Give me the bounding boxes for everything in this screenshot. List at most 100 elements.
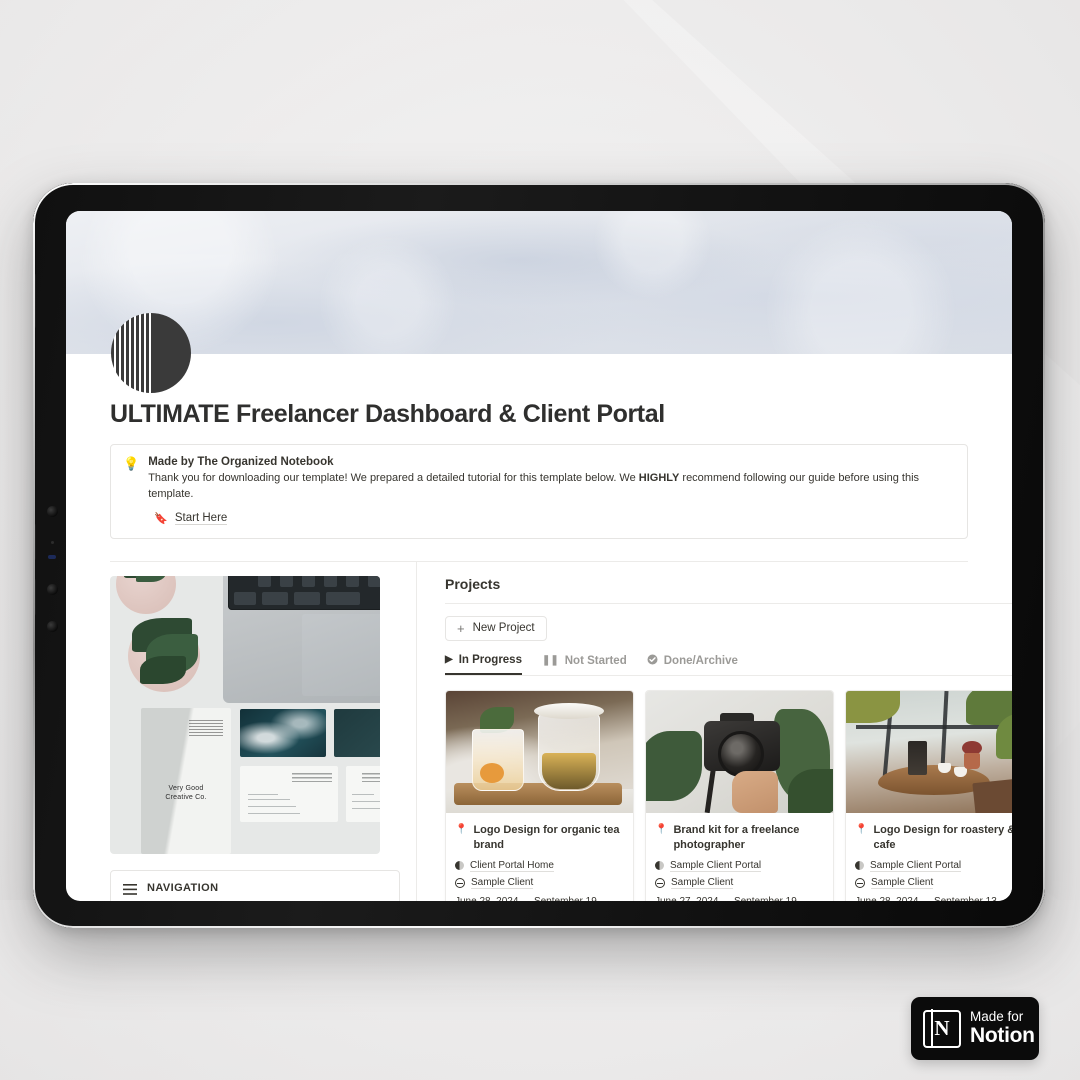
project-card-client: Sample Client [671,876,734,889]
projects-divider [445,602,1012,604]
pin-icon: 📍 [855,823,868,835]
laptop-keyboard [228,575,380,610]
project-card-client: Sample Client [871,876,934,889]
callout-title: Made by The Organized Notebook [148,456,334,468]
project-card-portal: Sample Client Portal [670,859,762,872]
laptop-trackpad [302,613,380,696]
notion-badge-text: Made for Notion [970,1010,1035,1046]
navigation-title: NAVIGATION [147,881,219,894]
page-title: ULTIMATE Freelancer Dashboard & Client P… [110,400,665,428]
info-callout: 💡 Made by The Organized Notebook Thank y… [110,444,968,539]
pin-icon: 📍 [655,823,668,835]
callout-body: Made by The Organized Notebook Thank you… [148,456,955,525]
project-card-dates: June 28, 2024 → September 19, 2024 [455,896,624,901]
project-card-body: 📍 Logo Design for roastery & cafe Sample… [846,813,1012,901]
project-card-body: 📍 Logo Design for organic tea brand Clie… [446,813,633,901]
volume-up-button[interactable] [33,523,36,561]
volume-down-button[interactable] [33,578,36,616]
striped-circle-right-half [151,313,191,393]
bookmark-icon: 🔖 [154,512,168,525]
plant-leaf [140,655,186,684]
project-card-portal-row[interactable]: Sample Client Portal [855,860,1012,872]
dark-card-photo [334,708,380,757]
camera-dot-icon [47,506,58,517]
business-card-1 [240,765,338,822]
project-card[interactable]: 📍 Logo Design for roastery & cafe Sample… [845,689,1012,901]
lightbulb-icon: 💡 [123,456,140,471]
notion-label: Notion [970,1023,1035,1047]
left-column: Very Good Creative Co. NAVIGATION [110,561,417,901]
portal-icon [655,861,664,871]
person-icon [455,877,465,888]
new-project-button[interactable]: + New Project [445,615,547,641]
speaker-dot-2-icon [47,621,58,632]
tab-label: Done/Archive [663,654,738,667]
project-card-title-row: 📍 Brand kit for a freelance photographer [655,823,824,853]
poster-brand-name: Very Good Creative Co. [165,784,207,802]
project-card-dates: June 27, 2024 → September 19, 2024 [655,896,824,901]
project-card-client-row[interactable]: Sample Client [855,877,1012,889]
notion-logo-icon: N [923,1009,961,1048]
projects-heading: Projects [445,575,501,592]
power-button[interactable] [33,273,36,329]
business-card-2 [346,765,380,822]
made-for-label: Made for [970,1009,1024,1025]
navigation-block: NAVIGATION 🏠 Return Home 👥 Clients & Con… [110,869,400,901]
project-card[interactable]: 📍 Brand kit for a freelance photographer… [645,689,834,901]
tablet-device: ULTIMATE Freelancer Dashboard & Client P… [33,183,1045,928]
portal-icon [455,861,464,871]
callout-text-before: Thank you for downloading our template! … [148,472,639,484]
project-cards: 📍 Logo Design for organic tea brand Clie… [445,689,1012,901]
project-card-body: 📍 Brand kit for a freelance photographer… [646,813,833,901]
hamburger-icon [123,882,137,901]
tab-done-archive[interactable]: Done/Archive [647,654,738,675]
callout-text: Thank you for downloading our template! … [148,471,955,503]
page-cover-banner [66,211,1012,354]
sensor-indicator-icon [48,555,56,559]
striped-circle-icon[interactable] [111,313,191,393]
page-body: ULTIMATE Freelancer Dashboard & Client P… [66,354,1012,901]
new-project-label: New Project [472,622,535,635]
project-card-portal-row[interactable]: Sample Client Portal [655,860,824,872]
project-card-portal: Client Portal Home [470,859,554,872]
project-card-title-row: 📍 Logo Design for roastery & cafe [855,823,1012,853]
tab-in-progress[interactable]: ▶ In Progress [445,654,522,675]
callout-text-bold: HIGHLY [638,472,680,484]
person-icon [855,877,865,888]
play-icon: ▶ [445,653,453,665]
tab-not-started[interactable]: ❚❚ Not Started [542,655,627,674]
portal-icon [855,861,864,871]
project-card-client-row[interactable]: Sample Client [455,877,624,889]
start-here-link-row[interactable]: 🔖 Start Here [148,512,955,525]
right-column: Projects + New Project ▶ In Progress ❚❚ … [417,562,1012,901]
microphone-dot-icon [51,541,54,544]
start-here-link[interactable]: Start Here [174,512,228,525]
made-for-notion-badge: N Made for Notion [911,997,1039,1060]
person-icon [655,877,665,888]
striped-circle-left-half [111,313,151,393]
pin-icon: 📍 [455,823,468,835]
content-columns: Very Good Creative Co. NAVIGATION Projec… [110,560,1012,901]
scene: ULTIMATE Freelancer Dashboard & Client P… [0,0,1080,1080]
project-card-title: Logo Design for organic tea brand [473,823,620,851]
notion-logo-letter: N [934,1016,950,1040]
speaker-dot-icon [47,584,58,595]
check-circle-icon [647,654,658,668]
plus-icon: + [457,620,465,636]
brand-poster: Very Good Creative Co. [141,707,231,854]
projects-tabs: ▶ In Progress ❚❚ Not Started Done/Archiv… [445,654,1012,676]
project-card-dates: June 28, 2024 → September 13, 2024 [855,896,1012,901]
tab-label: Not Started [564,654,627,667]
ocean-card-photo [240,708,326,757]
project-card-client-row[interactable]: Sample Client [655,877,824,889]
project-card-portal-row[interactable]: Client Portal Home [455,860,624,872]
camera-photo [646,690,833,813]
project-card[interactable]: 📍 Logo Design for organic tea brand Clie… [445,689,634,901]
pause-icon: ❚❚ [541,654,559,666]
tab-label: In Progress [458,653,522,666]
project-card-title-row: 📍 Logo Design for organic tea brand [455,823,624,853]
poster-text-lines [189,719,223,736]
tea-pot-photo [446,690,633,813]
cafe-photo [846,690,1012,813]
tablet-screen: ULTIMATE Freelancer Dashboard & Client P… [66,211,1012,901]
